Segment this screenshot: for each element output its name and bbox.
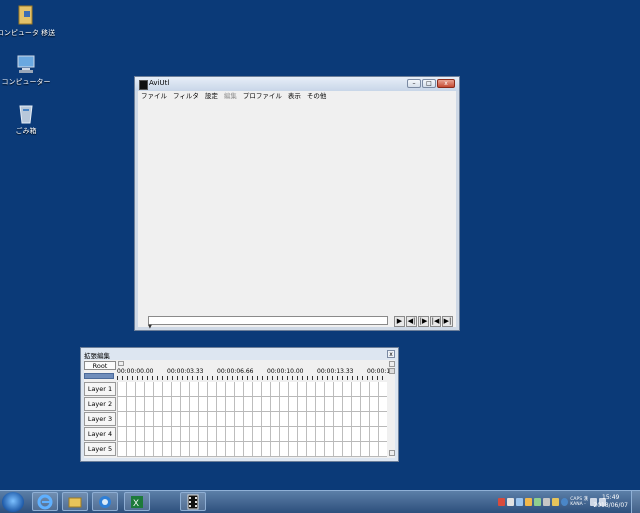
desktop-icon-label: コンピューター [1, 78, 51, 86]
time-label: 00:00:10.00 [267, 368, 304, 375]
time-label: 00:00:06.66 [217, 368, 254, 375]
layer-label[interactable]: Layer 2 [84, 397, 116, 411]
layer-label[interactable]: Layer 3 [84, 412, 116, 426]
menu-file[interactable]: ファイル [141, 91, 167, 101]
taskbar-aviutl[interactable] [180, 492, 206, 511]
menu-other[interactable]: その他 [307, 91, 327, 101]
zoom-scale-bar[interactable] [84, 373, 114, 379]
help-icon[interactable] [561, 498, 569, 506]
svg-text:X: X [133, 498, 139, 508]
time-label: 00:00:00.00 [117, 368, 154, 375]
layer-row: Layer 5 [84, 442, 387, 457]
time-label: 00:00:1 [367, 368, 391, 375]
layer-track[interactable] [117, 412, 387, 427]
scroll-up-arrow[interactable] [389, 361, 395, 367]
aviutl-icon [187, 494, 199, 509]
play-button[interactable]: ▶ [394, 316, 405, 327]
clock-time: 15:49 [602, 494, 620, 501]
minimize-button[interactable]: – [407, 79, 421, 88]
layer-row: Layer 2 [84, 397, 387, 412]
tray-icon[interactable] [525, 498, 533, 506]
desktop-icon-computer[interactable]: コンピューター [0, 53, 56, 87]
taskbar-edge[interactable] [92, 492, 118, 511]
next-frame-button[interactable]: |▶ [418, 316, 429, 327]
menu-profile[interactable]: プロファイル [243, 91, 282, 101]
playback-controls: ▶ ◀| |▶ |◀ ▶| [394, 316, 453, 327]
time-label: 00:00:03.33 [167, 368, 204, 375]
time-ruler[interactable]: 00:00:00.00 00:00:03.33 00:00:06.66 00:0… [117, 366, 391, 380]
tray-icon[interactable] [498, 498, 506, 506]
computer-icon [17, 55, 35, 73]
layer-label[interactable]: Layer 4 [84, 427, 116, 441]
vertical-scrollbar[interactable] [389, 361, 395, 456]
layer-track[interactable] [117, 382, 387, 397]
start-button[interactable] [2, 492, 24, 512]
file-explorer-icon [68, 497, 82, 507]
layer-label[interactable]: Layer 5 [84, 442, 116, 456]
menu-settings[interactable]: 設定 [205, 91, 218, 101]
taskbar-ie[interactable] [32, 492, 58, 511]
taskbar-excel[interactable]: X [124, 492, 150, 511]
timeline-title: 拡張編集 [84, 352, 110, 360]
tray-icon[interactable] [543, 498, 551, 506]
layer-track[interactable] [117, 427, 387, 442]
desktop-icon-label: コンピュータ 移送 [0, 29, 56, 37]
edge-icon [99, 495, 111, 508]
close-button[interactable]: x [437, 79, 455, 88]
recycle-bin-icon [19, 105, 33, 124]
ime-status-bottom: KANA - [570, 502, 586, 507]
menu-view[interactable]: 表示 [288, 91, 301, 101]
aviutl-window: AviUtl – □ x ファイル フィルタ 設定 編集 プロファイル 表示 そ… [134, 76, 460, 331]
first-frame-button[interactable]: |◀ [430, 316, 441, 327]
excel-icon: X [131, 495, 143, 508]
root-button[interactable]: Root [84, 361, 116, 370]
scroll-thumb[interactable] [389, 368, 395, 374]
desktop-icon-migration[interactable]: コンピュータ 移送 [0, 4, 56, 38]
aviutl-app-icon [139, 80, 148, 90]
layer-row: Layer 3 [84, 412, 387, 427]
layer-track[interactable] [117, 442, 387, 457]
preview-area: ▼ ▶ ◀| |▶ |◀ ▶| [138, 101, 456, 330]
system-tray: CAPS 漢 KANA - [498, 493, 606, 511]
tray-icon[interactable] [552, 498, 560, 506]
menu-filter[interactable]: フィルタ [173, 91, 199, 101]
layer-row: Layer 4 [84, 427, 387, 442]
ruler-ticks [117, 376, 387, 380]
layer-row: Layer 1 [84, 382, 387, 397]
timeline-window: 拡張編集 x Root 00:00:00.00 00:00:03.33 00:0… [80, 347, 399, 462]
seek-knob[interactable]: ▼ [148, 324, 152, 330]
tray-icon[interactable] [507, 498, 515, 506]
time-label: 00:00:13.33 [317, 368, 354, 375]
folder-icon [18, 5, 33, 25]
layer-track[interactable] [117, 397, 387, 412]
clock-date: 2018/06/07 [593, 502, 628, 509]
window-title: AviUtl [149, 79, 170, 87]
layer-label[interactable]: Layer 1 [84, 382, 116, 396]
menu-edit[interactable]: 編集 [224, 91, 237, 101]
show-desktop-button[interactable] [631, 491, 640, 513]
tray-icon[interactable] [534, 498, 542, 506]
prev-frame-button[interactable]: ◀| [406, 316, 417, 327]
maximize-button[interactable]: □ [422, 79, 436, 88]
menubar: ファイル フィルタ 設定 編集 プロファイル 表示 その他 [138, 91, 456, 101]
tray-icon[interactable] [516, 498, 524, 506]
desktop-icon-label: ごみ箱 [15, 127, 37, 135]
internet-explorer-icon [37, 494, 53, 509]
clock[interactable]: 15:49 2018/06/07 [593, 494, 628, 510]
seek-bar[interactable]: ▼ [148, 316, 388, 330]
desktop-icon-recycle-bin[interactable]: ごみ箱 [0, 102, 56, 136]
close-button[interactable]: x [387, 350, 395, 358]
taskbar: X CAPS 漢 KANA - 15:49 2018/06/07 [0, 490, 640, 513]
timeline-body: Root 00:00:00.00 00:00:03.33 00:00:06.66… [84, 360, 395, 458]
scroll-down-arrow[interactable] [389, 450, 395, 456]
taskbar-explorer[interactable] [62, 492, 88, 511]
layer-list: Layer 1 Layer 2 Layer 3 Layer 4 Layer 5 [84, 382, 387, 457]
aviutl-titlebar[interactable]: AviUtl – □ x [135, 77, 459, 91]
last-frame-button[interactable]: ▶| [442, 316, 453, 327]
ime-status[interactable]: CAPS 漢 KANA - [570, 497, 588, 507]
